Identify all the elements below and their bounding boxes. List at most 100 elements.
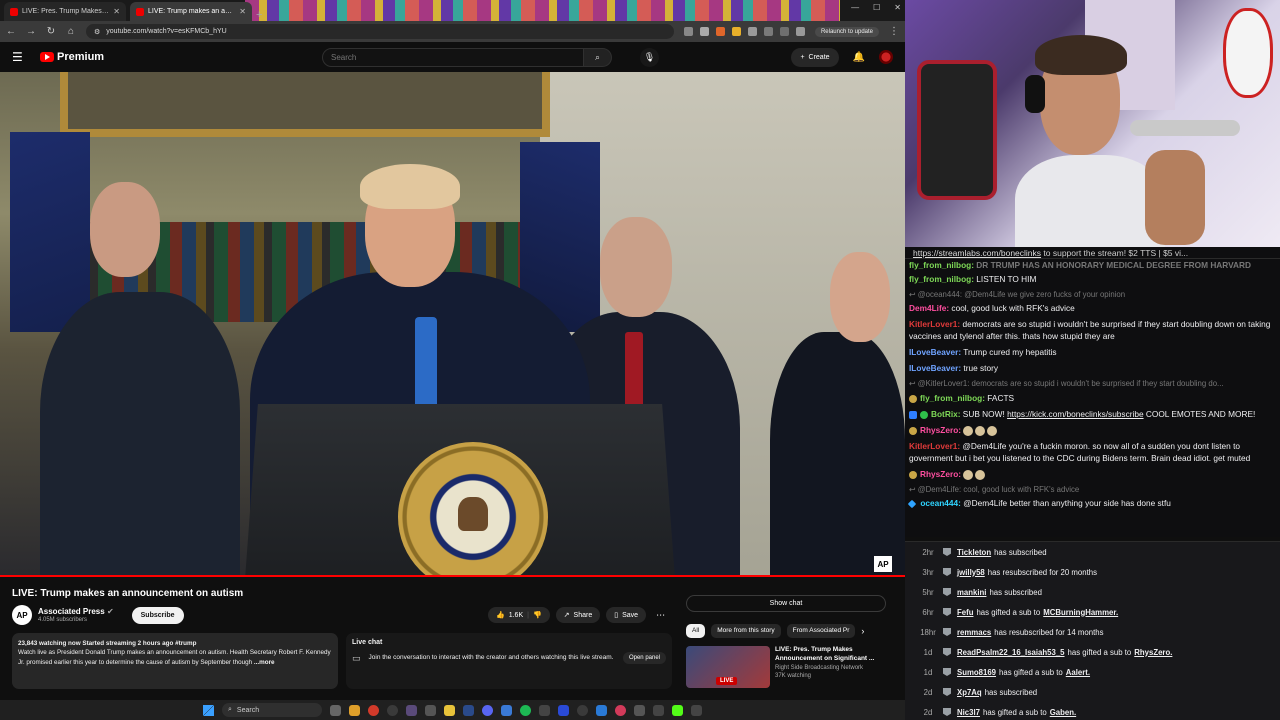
app-icon[interactable] xyxy=(653,704,664,716)
video-player[interactable]: AP xyxy=(0,72,905,577)
recommended-views: 37K watching xyxy=(775,672,812,679)
app-icon[interactable] xyxy=(691,704,702,716)
extension-icon[interactable] xyxy=(731,27,741,36)
app-icon[interactable] xyxy=(634,704,645,716)
obs-icon[interactable] xyxy=(387,704,398,716)
event-row: 2d Nic3l7 has gifted a sub to Gaben. xyxy=(923,707,1077,717)
file-explorer-icon[interactable] xyxy=(444,704,455,716)
live-chat-text: Join the conversation to interact with t… xyxy=(368,654,614,662)
like-button[interactable]: 👍 1.6K | 👎 xyxy=(488,607,550,623)
steam-icon[interactable] xyxy=(463,704,474,716)
event-row: 1d Sumo8169 has gifted a sub to Aalert. xyxy=(923,667,1091,677)
task-view-icon[interactable] xyxy=(330,704,341,716)
taskbar-search[interactable]: ⌕ Search xyxy=(222,703,322,717)
app-icon[interactable] xyxy=(558,704,569,716)
channel-avatar[interactable]: AP xyxy=(12,605,32,625)
search-input[interactable] xyxy=(322,47,584,67)
spotify-icon[interactable] xyxy=(520,704,531,716)
event-row: 2hr Tickleton has subscribed xyxy=(922,547,1047,557)
share-button[interactable]: ↗ Share xyxy=(555,607,601,623)
extension-icon[interactable] xyxy=(763,27,773,36)
maximize-icon[interactable]: ☐ xyxy=(873,3,880,12)
discord-icon[interactable] xyxy=(482,704,493,716)
windows-start-icon[interactable] xyxy=(203,704,214,716)
recommended-thumbnail[interactable]: LIVE xyxy=(686,646,770,688)
browser-menu-icon[interactable]: ⋮ xyxy=(889,26,899,37)
chip-from-associated-press[interactable]: From Associated Pr xyxy=(786,624,856,638)
bookmark-star-icon[interactable] xyxy=(699,27,709,36)
app-icon[interactable] xyxy=(406,704,417,716)
subscribe-button[interactable]: Subscribe xyxy=(131,606,184,624)
bookmark-icon: ▯ xyxy=(614,612,619,619)
description-more-link[interactable]: ...more xyxy=(254,659,275,666)
event-row: 3hr jwilly58 has resubscribed for 20 month… xyxy=(922,567,1097,577)
search-bar: ⌕ xyxy=(322,47,612,67)
browser-window: LIVE: Pres. Trump Makes Anno... ✕ LIVE: … xyxy=(0,0,905,700)
close-icon[interactable]: ✕ xyxy=(239,7,246,16)
chat-message: KitlerLover1: @Dem4Life you're a fuckin … xyxy=(909,440,1251,463)
recommended-title[interactable]: LIVE: Pres. Trump Makes Announcement on … xyxy=(775,646,886,664)
back-icon[interactable]: ← xyxy=(6,26,16,37)
filter-chips: All More from this story From Associated… xyxy=(686,624,886,638)
chip-more-from-story[interactable]: More from this story xyxy=(711,624,781,638)
forward-icon[interactable]: → xyxy=(26,26,36,37)
headset-icon xyxy=(1025,75,1045,113)
window-close-icon[interactable]: ✕ xyxy=(894,3,901,12)
app-icon[interactable] xyxy=(539,704,550,716)
app-icon[interactable] xyxy=(425,704,436,716)
app-icon[interactable] xyxy=(577,704,588,716)
sub-badge-icon xyxy=(943,628,951,636)
sub-badge-icon xyxy=(943,708,951,716)
kick-subscribe-link[interactable]: https://kick.com/boneclinks/subscribe xyxy=(1007,409,1144,419)
relaunch-button[interactable]: Relaunch to update xyxy=(814,26,879,37)
channel-name[interactable]: Associated Press ✔ xyxy=(38,607,114,616)
show-chat-button[interactable]: Show chat xyxy=(686,595,886,612)
microphone-icon[interactable]: 🎙 xyxy=(640,47,659,67)
chevron-right-icon[interactable]: › xyxy=(861,626,864,636)
open-panel-button[interactable]: Open panel xyxy=(622,652,666,664)
thumbs-down-icon[interactable]: 👎 xyxy=(533,611,542,619)
chrome-icon[interactable] xyxy=(368,704,379,716)
save-button[interactable]: ▯ Save xyxy=(606,607,647,623)
tab-trump-autism[interactable]: LIVE: Trump makes an anno... ✕ xyxy=(130,2,252,21)
new-tab-icon[interactable]: + xyxy=(256,9,262,21)
desktop: LIVE: Pres. Trump Makes Anno... ✕ LIVE: … xyxy=(0,0,1280,720)
video-title: LIVE: Trump makes an announcement on aut… xyxy=(12,588,244,599)
app-icon[interactable] xyxy=(615,704,626,716)
hamburger-menu-icon[interactable]: ☰ xyxy=(12,50,26,64)
puzzle-icon[interactable] xyxy=(779,27,789,36)
video-scene-painting xyxy=(60,72,550,137)
extension-icon[interactable] xyxy=(715,27,725,36)
close-icon[interactable]: ✕ xyxy=(113,7,120,16)
tab-pres-trump[interactable]: LIVE: Pres. Trump Makes Anno... ✕ xyxy=(4,2,126,21)
youtube-logo[interactable]: Premium xyxy=(40,51,280,63)
minimize-icon[interactable]: — xyxy=(851,3,859,12)
video-details: LIVE: Trump makes an announcement on aut… xyxy=(0,585,905,700)
app-icon[interactable] xyxy=(596,704,607,716)
more-actions-icon[interactable]: ⋯ xyxy=(652,610,669,621)
chip-all[interactable]: All xyxy=(686,624,706,638)
description-box[interactable]: 23,843 watching now Started streaming 2 … xyxy=(12,633,338,689)
recommended-video[interactable]: LIVE LIVE: Pres. Trump Makes Announcemen… xyxy=(686,646,886,688)
home-icon[interactable]: ⌂ xyxy=(66,26,76,37)
create-button[interactable]: + Create xyxy=(791,47,839,67)
cam-plush-toy xyxy=(1223,8,1273,98)
site-info-icon[interactable]: ⚙ xyxy=(94,28,100,36)
url-field[interactable]: ⚙ youtube.com/watch?v=esKFMCb_hYU xyxy=(86,24,674,39)
kick-icon[interactable] xyxy=(672,704,683,716)
reload-icon[interactable]: ↻ xyxy=(46,26,56,37)
account-avatar[interactable] xyxy=(879,50,893,64)
live-progress-bar[interactable] xyxy=(0,575,905,577)
bell-icon[interactable]: 🔔 xyxy=(853,52,865,63)
streamlabs-link[interactable]: https://streamlabs.com/boneclinks xyxy=(913,248,1041,258)
search-icon[interactable]: ⌕ xyxy=(584,47,612,67)
extension-icon[interactable] xyxy=(747,27,757,36)
app-icon[interactable] xyxy=(501,704,512,716)
sub-badge-icon xyxy=(943,568,951,576)
app-icon[interactable] xyxy=(349,704,360,716)
video-person-head xyxy=(600,217,672,317)
window-controls: — ☐ ✕ xyxy=(851,3,901,12)
profile-icon[interactable] xyxy=(795,27,805,36)
live-badge: LIVE xyxy=(716,677,738,685)
install-icon[interactable] xyxy=(683,27,693,36)
